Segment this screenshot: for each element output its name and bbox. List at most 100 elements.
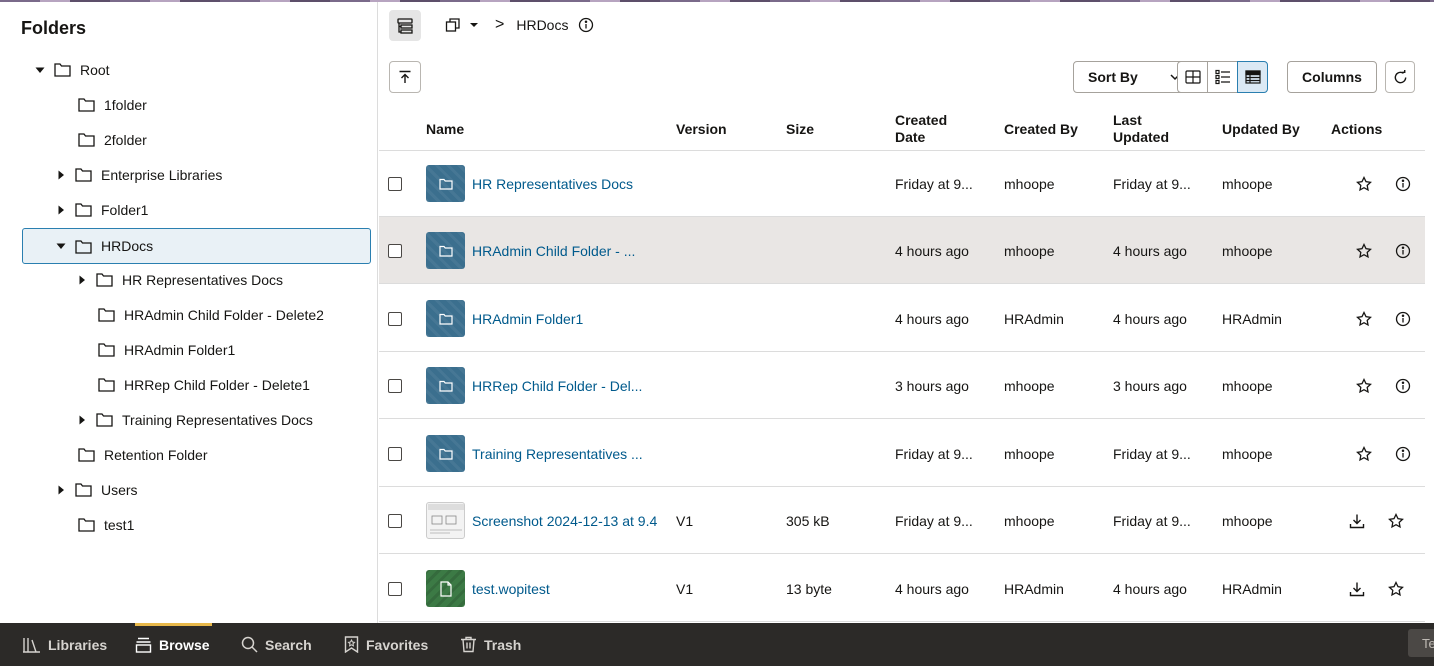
table-view-button[interactable] xyxy=(1237,61,1268,93)
corner-tab[interactable]: Te xyxy=(1408,629,1434,657)
header-last-updated[interactable]: Last Updated xyxy=(1113,112,1169,146)
tree-item-1folder[interactable]: 1folder xyxy=(78,87,147,122)
row-select[interactable] xyxy=(388,420,402,487)
info-icon[interactable] xyxy=(1395,311,1411,327)
row-name[interactable]: Screenshot 2024-12-13 at 9.4 xyxy=(472,487,662,554)
row-select[interactable] xyxy=(388,150,402,217)
table-row[interactable]: HRAdmin Child Folder - ... 4 hours ago mho… xyxy=(379,217,1425,284)
info-icon[interactable] xyxy=(1395,446,1411,462)
expand-toggle[interactable] xyxy=(53,238,69,254)
tree-item-training-representatives-docs[interactable]: Training Representatives Docs xyxy=(74,402,313,437)
row-name[interactable]: test.wopitest xyxy=(472,555,662,622)
row-select[interactable] xyxy=(388,352,402,419)
download-action[interactable] xyxy=(1349,487,1365,554)
download-action[interactable] xyxy=(1349,555,1365,622)
favorite-action[interactable] xyxy=(1356,285,1372,352)
star-icon[interactable] xyxy=(1356,242,1372,259)
tree-item-retention-folder[interactable]: Retention Folder xyxy=(78,437,208,472)
header-created-by[interactable]: Created By xyxy=(1004,121,1078,138)
item-name-link[interactable]: HR Representatives Docs xyxy=(472,176,633,192)
header-created-date[interactable]: Created Date xyxy=(895,112,947,146)
table-row[interactable]: HR Representatives Docs Friday at 9... mho… xyxy=(379,150,1425,217)
row-name[interactable]: HRAdmin Folder1 xyxy=(472,285,662,352)
download-icon[interactable] xyxy=(1349,581,1365,597)
row-name[interactable]: HR Representatives Docs xyxy=(472,150,662,217)
row-checkbox[interactable] xyxy=(388,446,402,461)
favorite-action[interactable] xyxy=(1388,487,1404,554)
download-icon[interactable] xyxy=(1349,513,1365,529)
toggle-tree-button[interactable] xyxy=(389,10,421,41)
expand-toggle[interactable] xyxy=(74,412,90,428)
favorite-action[interactable] xyxy=(1356,420,1372,487)
nav-favorites[interactable]: Favorites xyxy=(344,623,428,666)
row-select[interactable] xyxy=(388,555,402,622)
row-name[interactable]: Training Representatives ... xyxy=(472,420,662,487)
star-icon[interactable] xyxy=(1356,310,1372,327)
nav-search[interactable]: Search xyxy=(241,623,312,666)
table-row[interactable]: HRAdmin Folder1 4 hours ago HRAdmin 4 hours… xyxy=(379,285,1425,352)
breadcrumb-menu-button[interactable] xyxy=(445,17,481,33)
header-updated-by[interactable]: Updated By xyxy=(1222,121,1300,138)
row-select[interactable] xyxy=(388,285,402,352)
table-row[interactable]: Screenshot 2024-12-13 at 9.4 V1 305 kB Frid… xyxy=(379,487,1425,554)
tree-item-hr-representatives-docs[interactable]: HR Representatives Docs xyxy=(74,262,283,297)
info-icon[interactable] xyxy=(1395,378,1411,394)
item-name-link[interactable]: Training Representatives ... xyxy=(472,446,643,462)
star-icon[interactable] xyxy=(1356,445,1372,462)
table-row[interactable]: HRRep Child Folder - Del... 3 hours ago mh… xyxy=(379,352,1425,419)
star-icon[interactable] xyxy=(1388,512,1404,529)
grid-view-button[interactable] xyxy=(1177,61,1208,93)
tree-item-enterprise-libraries[interactable]: Enterprise Libraries xyxy=(53,157,222,192)
item-name-link[interactable]: HRAdmin Folder1 xyxy=(472,311,583,327)
row-name[interactable]: HRAdmin Child Folder - ... xyxy=(472,217,662,284)
nav-trash[interactable]: Trash xyxy=(460,623,521,666)
item-name-link[interactable]: HRAdmin Child Folder - ... xyxy=(472,243,635,259)
header-name[interactable]: Name xyxy=(426,121,464,138)
item-name-link[interactable]: HRRep Child Folder - Del... xyxy=(472,378,642,394)
favorite-action[interactable] xyxy=(1356,150,1372,217)
info-icon[interactable] xyxy=(578,17,594,33)
expand-toggle[interactable] xyxy=(53,167,69,183)
row-select[interactable] xyxy=(388,217,402,284)
expand-toggle[interactable] xyxy=(53,202,69,218)
row-name[interactable]: HRRep Child Folder - Del... xyxy=(472,352,662,419)
info-action[interactable] xyxy=(1395,217,1411,284)
breadcrumb-current[interactable]: HRDocs xyxy=(516,17,568,33)
sort-by-dropdown[interactable]: Sort By xyxy=(1073,61,1193,93)
star-icon[interactable] xyxy=(1388,580,1404,597)
info-icon[interactable] xyxy=(1395,176,1411,192)
row-checkbox[interactable] xyxy=(388,581,402,596)
table-row[interactable]: test.wopitest V1 13 byte 4 hours ago HRAdmin… xyxy=(379,555,1425,622)
go-up-button[interactable] xyxy=(389,61,421,93)
tree-item-2folder[interactable]: 2folder xyxy=(78,122,147,157)
tree-item-root[interactable]: Root xyxy=(32,52,110,87)
row-checkbox[interactable] xyxy=(388,311,402,326)
favorite-action[interactable] xyxy=(1356,217,1372,284)
info-action[interactable] xyxy=(1395,285,1411,352)
star-icon[interactable] xyxy=(1356,377,1372,394)
list-view-button[interactable] xyxy=(1207,61,1238,93)
expand-toggle[interactable] xyxy=(74,272,90,288)
favorite-action[interactable] xyxy=(1388,555,1404,622)
row-select[interactable] xyxy=(388,487,402,554)
table-row[interactable]: Training Representatives ... Friday at 9.… xyxy=(379,420,1425,487)
refresh-button[interactable] xyxy=(1385,61,1415,93)
row-checkbox[interactable] xyxy=(388,513,402,528)
info-action[interactable] xyxy=(1395,352,1411,419)
tree-item-users[interactable]: Users xyxy=(53,472,138,507)
info-action[interactable] xyxy=(1395,420,1411,487)
header-version[interactable]: Version xyxy=(676,121,727,138)
tree-item-hrrep-child-folder-delete1[interactable]: HRRep Child Folder - Delete1 xyxy=(98,367,310,402)
nav-browse[interactable]: Browse xyxy=(135,623,212,666)
tree-item-test1[interactable]: test1 xyxy=(78,507,134,542)
row-checkbox[interactable] xyxy=(388,176,402,191)
header-size[interactable]: Size xyxy=(786,121,814,138)
tree-item-hrdocs[interactable]: HRDocs xyxy=(22,228,371,264)
star-icon[interactable] xyxy=(1356,175,1372,192)
item-name-link[interactable]: Screenshot 2024-12-13 at 9.4 xyxy=(472,513,657,529)
row-checkbox[interactable] xyxy=(388,243,402,258)
info-icon[interactable] xyxy=(1395,243,1411,259)
expand-toggle[interactable] xyxy=(53,482,69,498)
tree-item-hradmin-child-folder-delete2[interactable]: HRAdmin Child Folder - Delete2 xyxy=(98,297,324,332)
expand-toggle[interactable] xyxy=(32,62,48,78)
